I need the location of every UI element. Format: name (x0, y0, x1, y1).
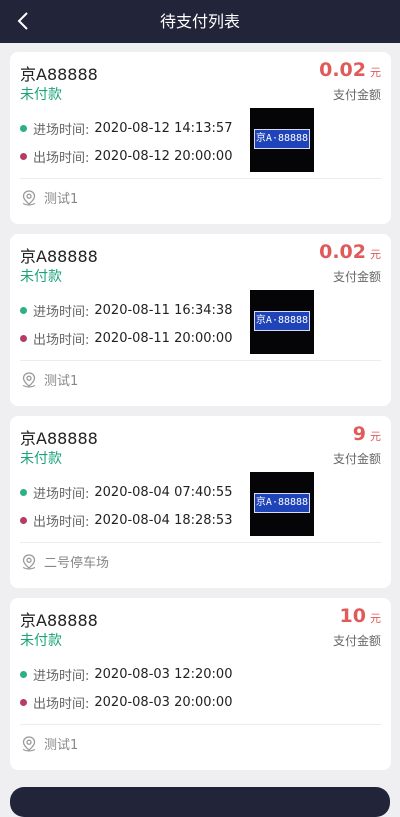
payment-status: 未付款 (20, 269, 62, 285)
payment-record-card[interactable]: 京A88888 未付款 0.02 元 支付金额 进场时间: 2020-08-11 … (10, 234, 391, 406)
exit-time-value: 2020-08-04 18:28:53 (94, 513, 233, 528)
location-name: 测试1 (44, 192, 79, 207)
parking-location: 测试1 (20, 370, 78, 389)
entry-time-value: 2020-08-04 07:40:55 (94, 485, 233, 500)
exit-time-row: 出场时间: 2020-08-04 18:28:53 (20, 511, 232, 530)
entry-time-value: 2020-08-11 16:34:38 (94, 303, 233, 318)
location-pin-icon (22, 189, 36, 206)
parking-location: 测试1 (20, 188, 78, 207)
exit-time-value: 2020-08-12 20:00:00 (94, 149, 233, 164)
divider (20, 542, 381, 543)
exit-time-row: 出场时间: 2020-08-11 20:00:00 (20, 329, 232, 348)
plate-number: 京A88888 (20, 429, 98, 448)
exit-time-label: 出场时间: (33, 697, 90, 712)
exit-dot-icon (20, 153, 27, 160)
divider (20, 724, 381, 725)
entry-dot-icon (20, 307, 27, 314)
entry-time-row: 进场时间: 2020-08-11 16:34:38 (20, 301, 232, 320)
amount-value: 10 (339, 605, 366, 627)
app-header: 待支付列表 (0, 0, 400, 43)
payment-record-card[interactable]: 京A88888 未付款 9元 支付金额 进场时间: 2020-08-04 07:… (10, 416, 391, 588)
exit-dot-icon (20, 335, 27, 342)
entry-dot-icon (20, 125, 27, 132)
plate-photo[interactable]: 京A·88888 (250, 472, 314, 536)
exit-time-value: 2020-08-11 20:00:00 (94, 331, 233, 346)
parking-location: 二号停车场 (20, 552, 109, 571)
amount-unit: 元 (370, 66, 381, 79)
exit-time-row: 出场时间: 2020-08-03 20:00:00 (20, 693, 232, 712)
payment-record-card[interactable]: 京A88888 未付款 0.02 元 支付金额 进场时间: 2020-08-12 … (10, 52, 391, 224)
exit-time-value: 2020-08-03 20:00:00 (94, 695, 233, 710)
location-pin-icon (22, 735, 36, 752)
page-title: 待支付列表 (159, 12, 240, 31)
amount-label: 支付金额 (332, 88, 381, 102)
location-pin-icon (22, 553, 36, 570)
amount-unit: 元 (370, 430, 381, 443)
exit-dot-icon (20, 517, 27, 524)
plate-number: 京A88888 (20, 247, 98, 266)
amount: 9元 (353, 423, 381, 445)
entry-time-label: 进场时间: (33, 305, 90, 320)
amount-value: 0.02 (319, 59, 366, 81)
location-name: 二号停车场 (44, 556, 110, 571)
bottom-action-bar[interactable] (10, 787, 390, 817)
exit-time-label: 出场时间: (33, 151, 90, 166)
entry-time-value: 2020-08-03 12:20:00 (94, 667, 233, 682)
amount-label: 支付金额 (332, 270, 381, 284)
entry-time-label: 进场时间: (33, 487, 90, 502)
location-name: 测试1 (44, 738, 79, 753)
entry-dot-icon (20, 671, 27, 678)
entry-time-label: 进场时间: (33, 669, 90, 684)
location-name: 测试1 (44, 374, 79, 389)
amount-value: 9 (352, 423, 366, 445)
entry-time-value: 2020-08-12 14:13:57 (94, 121, 233, 136)
exit-time-label: 出场时间: (33, 515, 90, 530)
payment-record-card[interactable]: 京A88888 未付款 10 元 支付金额 进场时间: 2020-08-03 12… (10, 598, 391, 770)
plate-number: 京A88888 (20, 65, 98, 84)
exit-time-label: 出场时间: (33, 333, 90, 348)
entry-time-row: 进场时间: 2020-08-03 12:20:00 (20, 665, 232, 684)
amount-label: 支付金额 (332, 634, 381, 648)
amount-unit: 元 (370, 248, 381, 261)
plate-photo-text: 京A·88888 (254, 129, 310, 149)
entry-time-label: 进场时间: (33, 123, 90, 138)
amount-value: 0.02 (319, 241, 366, 263)
entry-time-row: 进场时间: 2020-08-12 14:13:57 (20, 119, 232, 138)
parking-location: 测试1 (20, 734, 78, 753)
plate-photo-text: 京A·88888 (254, 493, 310, 513)
plate-photo[interactable]: 京A·88888 (250, 290, 314, 354)
amount: 10 元 (340, 605, 381, 627)
plate-number: 京A88888 (20, 611, 98, 630)
payment-status: 未付款 (20, 633, 62, 649)
exit-dot-icon (20, 699, 27, 706)
plate-photo-text: 京A·88888 (254, 311, 310, 331)
divider (20, 178, 381, 179)
exit-time-row: 出场时间: 2020-08-12 20:00:00 (20, 147, 232, 166)
divider (20, 360, 381, 361)
entry-dot-icon (20, 489, 27, 496)
payment-status: 未付款 (20, 451, 62, 467)
entry-time-row: 进场时间: 2020-08-04 07:40:55 (20, 483, 232, 502)
amount: 0.02 元 (319, 59, 381, 81)
payment-status: 未付款 (20, 87, 62, 103)
plate-photo[interactable]: 京A·88888 (250, 108, 314, 172)
amount: 0.02 元 (319, 241, 381, 263)
amount-unit: 元 (370, 612, 381, 625)
amount-label: 支付金额 (332, 452, 381, 466)
location-pin-icon (22, 371, 36, 388)
